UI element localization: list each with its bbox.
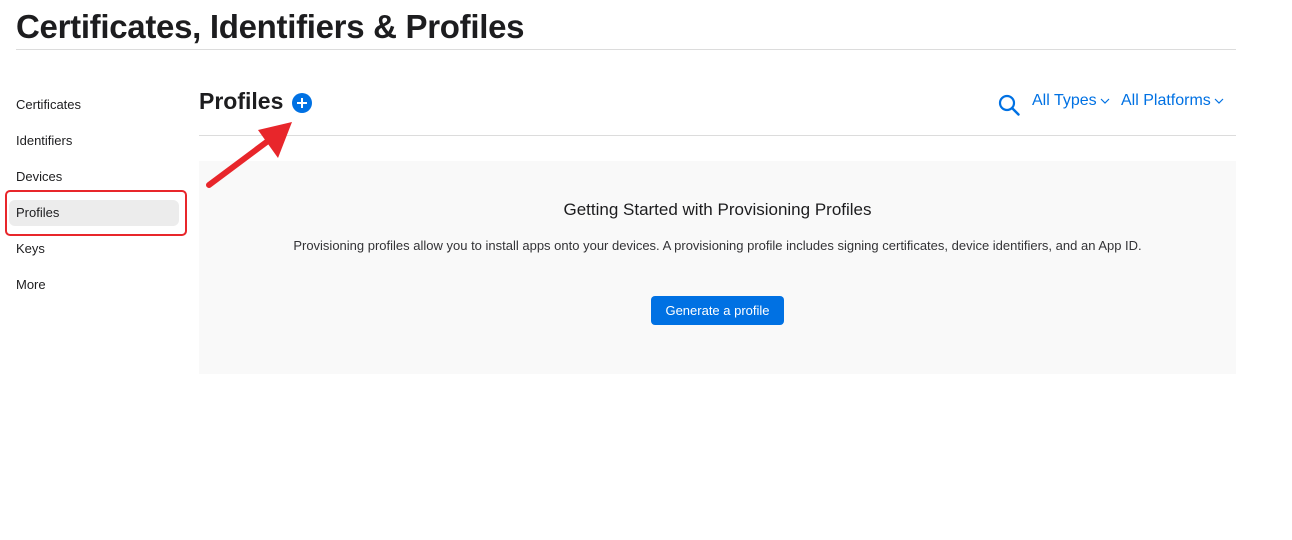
search-button[interactable] xyxy=(997,93,1021,117)
plus-circle-icon xyxy=(297,98,307,108)
empty-state-description: Provisioning profiles allow you to insta… xyxy=(293,238,1142,253)
sidebar-item-more[interactable]: More xyxy=(9,272,179,298)
sidebar-item-identifiers[interactable]: Identifiers xyxy=(9,128,179,154)
sidebar-item-keys[interactable]: Keys xyxy=(9,236,179,262)
platform-filter-dropdown[interactable]: All Platforms xyxy=(1121,92,1224,114)
empty-state-title: Getting Started with Provisioning Profil… xyxy=(563,200,872,219)
generate-profile-button[interactable]: Generate a profile xyxy=(651,296,784,325)
title-divider xyxy=(16,49,1236,50)
chevron-down-icon xyxy=(1214,98,1224,104)
header-divider xyxy=(199,135,1236,136)
search-icon xyxy=(998,94,1020,116)
chevron-down-icon xyxy=(1100,98,1110,104)
red-arrow-icon xyxy=(206,122,292,188)
empty-state-panel: Getting Started with Provisioning Profil… xyxy=(199,161,1236,374)
annotation-highlight-box xyxy=(5,190,187,236)
add-profile-button[interactable] xyxy=(292,93,312,113)
sidebar-item-devices[interactable]: Devices xyxy=(9,164,179,190)
page-title: Certificates, Identifiers & Profiles xyxy=(16,8,525,45)
platform-filter-label: All Platforms xyxy=(1121,92,1211,109)
section-title: Profiles xyxy=(199,88,284,114)
type-filter-label: All Types xyxy=(1032,92,1097,109)
type-filter-dropdown[interactable]: All Types xyxy=(1032,92,1110,114)
sidebar-item-certificates[interactable]: Certificates xyxy=(9,92,179,118)
